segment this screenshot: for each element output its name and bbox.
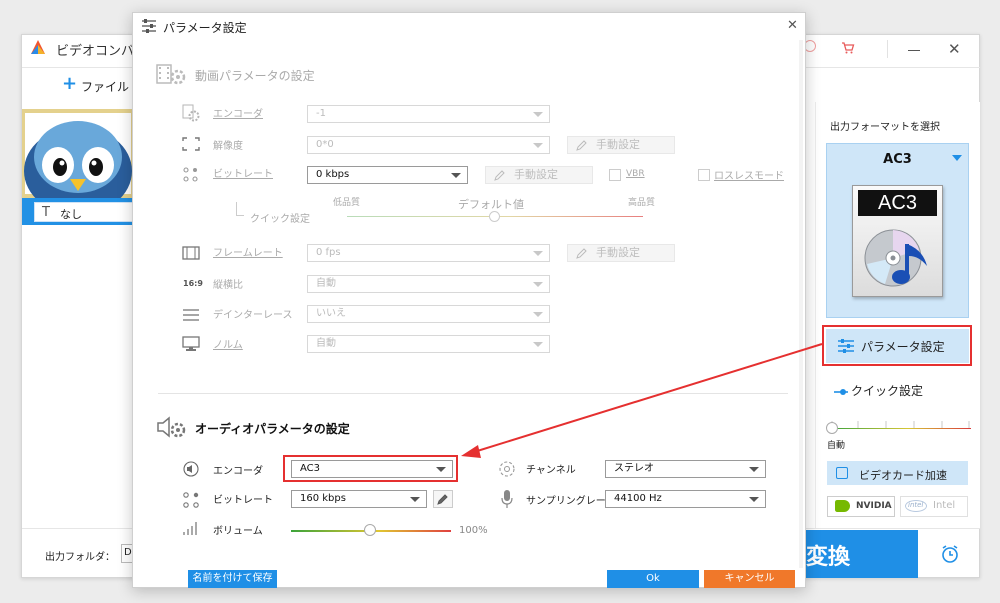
annotation-arrow (461, 343, 823, 458)
